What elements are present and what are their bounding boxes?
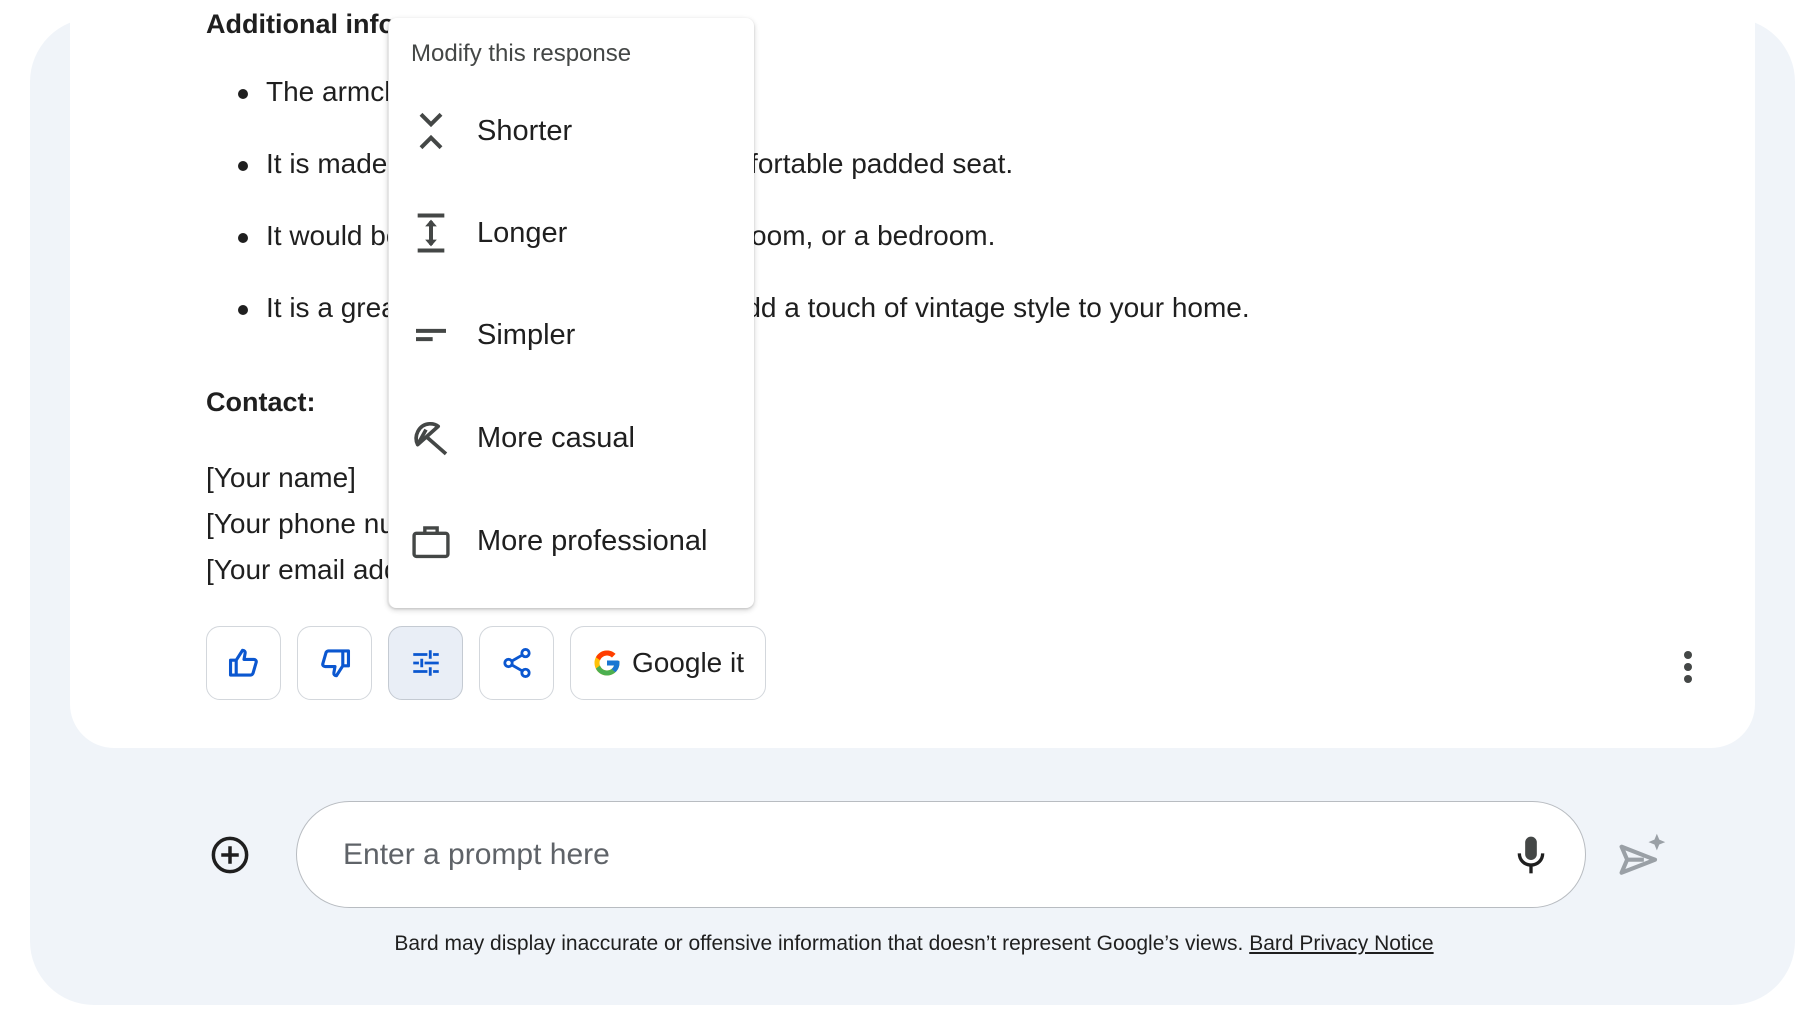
microphone-icon xyxy=(1517,836,1545,874)
modify-response-menu: Modify this response Shorter Longer Simp… xyxy=(388,18,754,608)
share-button[interactable] xyxy=(479,626,554,700)
menu-item-label: More professional xyxy=(477,524,708,557)
menu-item-simpler[interactable]: Simpler xyxy=(389,290,754,380)
menu-item-longer[interactable]: Longer xyxy=(389,188,754,278)
menu-title: Modify this response xyxy=(411,40,632,67)
more-options-button[interactable] xyxy=(1670,645,1706,689)
prompt-input[interactable] xyxy=(343,830,1443,880)
disclaimer-text: Bard may display inaccurate or offensive… xyxy=(394,932,1244,955)
response-actions: Google it xyxy=(206,626,766,700)
modify-response-button[interactable] xyxy=(388,626,463,700)
google-it-button[interactable]: Google it xyxy=(570,626,766,700)
menu-item-more-professional[interactable]: More professional xyxy=(389,496,754,586)
more-dot-icon xyxy=(1684,663,1692,671)
menu-item-label: Simpler xyxy=(477,318,576,351)
longer-icon xyxy=(411,211,451,255)
more-dot-icon xyxy=(1684,675,1692,683)
privacy-notice-link[interactable]: Bard Privacy Notice xyxy=(1249,932,1433,955)
more-dot-icon xyxy=(1684,651,1692,659)
additional-info-heading: Additional info xyxy=(206,9,395,39)
google-it-label: Google it xyxy=(631,647,745,678)
prompt-input-container xyxy=(296,801,1586,908)
thumbs-up-icon xyxy=(228,648,258,677)
menu-item-label: Longer xyxy=(477,216,568,249)
add-circle-icon xyxy=(211,836,249,874)
share-icon xyxy=(502,647,531,679)
casual-umbrella-icon xyxy=(411,416,451,460)
send-button[interactable] xyxy=(1616,830,1668,882)
tune-sliders-icon xyxy=(412,650,439,676)
add-attachment-button[interactable] xyxy=(208,833,252,877)
thumbs-up-button[interactable] xyxy=(206,626,281,700)
briefcase-icon xyxy=(411,519,451,563)
disclaimer: Bard may display inaccurate or offensive… xyxy=(0,932,1820,956)
simpler-icon xyxy=(411,313,451,357)
shorter-icon xyxy=(411,109,451,153)
thumbs-down-button[interactable] xyxy=(297,626,372,700)
menu-item-shorter[interactable]: Shorter xyxy=(389,86,754,176)
menu-item-label: Shorter xyxy=(477,114,573,147)
google-logo-icon xyxy=(594,650,620,676)
contact-heading: Contact: xyxy=(206,387,316,417)
menu-item-more-casual[interactable]: More casual xyxy=(389,393,754,483)
voice-input-button[interactable] xyxy=(1508,832,1554,878)
menu-item-label: More casual xyxy=(477,421,635,454)
send-sparkle-icon xyxy=(1619,833,1666,875)
thumbs-down-icon xyxy=(320,649,350,678)
